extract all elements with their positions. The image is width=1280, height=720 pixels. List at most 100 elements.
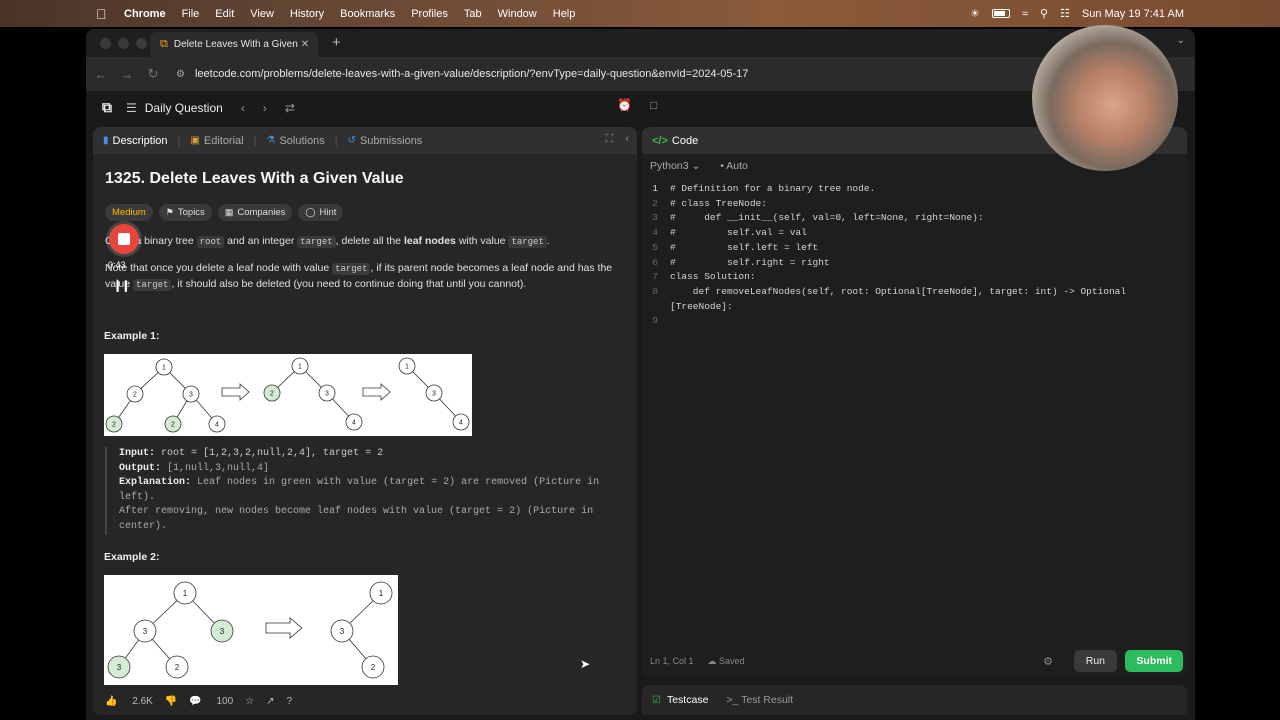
tab-test-result[interactable]: >_ Test Result <box>726 694 793 706</box>
tab-search-chevron-icon[interactable]: ⌄ <box>1177 35 1185 46</box>
site-info-icon[interactable]: ⚙ <box>176 69 185 80</box>
new-tab-icon[interactable]: + <box>332 34 341 51</box>
browser-tab[interactable]: ⧉ Delete Leaves With a Given V ✕ <box>150 32 318 57</box>
comments-button[interactable]: 💬 100 <box>189 696 233 707</box>
stop-recording-button[interactable] <box>109 224 139 254</box>
cursor-position: Ln 1, Col 1 <box>650 656 694 666</box>
leetcode-logo-icon[interactable]: ⧉ <box>102 99 112 116</box>
notes-icon[interactable]: □ <box>650 98 657 112</box>
example-2-tree-diagram: 1 3 3 3 2 1 3 2 <box>107 581 393 679</box>
reload-icon[interactable]: ↻ <box>142 66 164 82</box>
tab-submissions[interactable]: ↺ Submissions <box>348 135 423 147</box>
explanation-label: Explanation: <box>119 477 192 489</box>
tree-node-label: 3 <box>220 627 225 636</box>
mouse-cursor-icon: ➤ <box>580 657 591 671</box>
run-button[interactable]: Run <box>1073 650 1117 672</box>
menu-file[interactable]: File <box>182 8 200 20</box>
tab-solutions[interactable]: ⚗ Solutions | <box>266 135 337 147</box>
description-panel: ▮ Description | ▣ Editorial | ⚗ Solution… <box>93 127 637 715</box>
control-center-icon[interactable]: ☷ <box>1060 7 1070 20</box>
menu-window[interactable]: Window <box>498 8 537 20</box>
code-line: 5 # self.left = left <box>642 241 1126 256</box>
minimize-window-button[interactable] <box>118 37 129 49</box>
testcase-bar: ☑ Testcase >_ Test Result <box>642 685 1187 715</box>
menu-edit[interactable]: Edit <box>215 8 234 20</box>
expand-icon[interactable]: ⛶ <box>606 133 614 146</box>
tree-node-label: 1 <box>298 364 302 371</box>
like-button[interactable]: 👍 2.6K <box>105 696 153 707</box>
prev-question-icon[interactable]: ‹ <box>241 101 245 115</box>
code-line: 3 # def __init__(self, val=0, left=None, … <box>642 211 1126 226</box>
tree-node-label: 2 <box>371 663 376 672</box>
line-text: # self.right = right <box>670 256 830 268</box>
bold-text: leaf nodes <box>403 235 456 247</box>
comment-count: 100 <box>216 695 234 707</box>
url-field[interactable]: ⚙ leetcode.com/problems/delete-leaves-wi… <box>176 68 748 80</box>
back-icon[interactable]: ← <box>90 67 112 82</box>
problem-chips: Medium ⚑ Topics ▦ Companies ◯ Hint <box>105 204 344 221</box>
close-tab-icon[interactable]: ✕ <box>298 39 312 50</box>
clock[interactable]: Sun May 19 7:41 AM <box>1082 8 1184 20</box>
webcam-overlay <box>1032 25 1178 171</box>
example-explanation: Explanation: Leaf nodes in green with va… <box>119 476 625 505</box>
share-icon[interactable]: ↗ <box>266 696 274 707</box>
line-number <box>642 300 670 315</box>
menu-tab[interactable]: Tab <box>464 8 482 20</box>
line-text: # self.val = val <box>670 227 807 239</box>
close-window-button[interactable] <box>100 37 111 49</box>
next-question-icon[interactable]: › <box>263 101 267 115</box>
daily-question-link[interactable]: ☰ Daily Question <box>126 101 223 115</box>
dislike-button[interactable]: 👎 <box>165 696 177 707</box>
example-2-image: 1 3 3 3 2 1 3 2 <box>104 575 398 685</box>
wifi-icon[interactable]: ≈ <box>1022 8 1028 20</box>
code-editor[interactable]: 1 # Definition for a binary tree node. 2 #… <box>642 182 1126 329</box>
tree-node-label: 2 <box>270 391 274 398</box>
favorite-star-icon[interactable]: ☆ <box>245 696 254 707</box>
leetcode-header: ⧉ ☰ Daily Question ‹ › ⇄ ⏰ □ <box>86 91 1195 124</box>
text: , it should also be deleted (you need to… <box>171 278 527 290</box>
battery-icon[interactable] <box>991 9 1010 18</box>
tab-submissions-label: Submissions <box>359 134 423 147</box>
pause-recording-icon[interactable]: ❙❙ <box>113 279 130 292</box>
submissions-icon: ↺ <box>347 135 356 146</box>
tab-description[interactable]: ▮ Description | <box>103 135 180 147</box>
text: with value <box>458 235 506 247</box>
tree-node-label: 2 <box>171 422 175 429</box>
example-1-image: 1 2 3 2 2 4 1 2 3 4 1 3 4 <box>104 354 472 436</box>
checkbox-icon: ☑ <box>652 694 661 706</box>
debug-icon[interactable]: ⚙ <box>1043 655 1053 668</box>
window-controls <box>100 37 147 49</box>
auto-mode-toggle[interactable]: • Auto <box>720 160 748 172</box>
example-1-tree-diagram: 1 2 3 2 2 4 1 2 3 4 1 3 4 <box>105 357 470 433</box>
menu-app-name[interactable]: Chrome <box>124 8 166 20</box>
brightness-icon[interactable]: ☀ <box>970 7 980 20</box>
line-text: # self.left = left <box>670 241 819 253</box>
help-icon[interactable]: ? <box>287 696 293 707</box>
tab-editorial[interactable]: ▣ Editorial | <box>190 135 256 147</box>
menu-help[interactable]: Help <box>553 8 576 20</box>
browser-window: ⧉ Delete Leaves With a Given V ✕ + ⌄ ← →… <box>86 29 1195 720</box>
submit-button[interactable]: Submit <box>1125 650 1183 672</box>
search-icon[interactable]: ⚲ <box>1040 7 1048 20</box>
apple-icon[interactable]:  <box>96 6 112 22</box>
tab-solutions-label: Solutions <box>279 134 325 147</box>
shuffle-icon[interactable]: ⇄ <box>285 101 295 115</box>
language-select[interactable]: Python3 ⌄ <box>650 160 700 172</box>
forward-icon[interactable]: → <box>116 67 138 82</box>
menu-profiles[interactable]: Profiles <box>411 8 448 20</box>
menu-view[interactable]: View <box>250 8 274 20</box>
tab-testcase[interactable]: ☑ Testcase <box>652 694 708 706</box>
menu-bookmarks[interactable]: Bookmarks <box>340 8 395 20</box>
line-text: [TreeNode]: <box>670 300 733 312</box>
menu-history[interactable]: History <box>290 8 324 20</box>
hint-chip[interactable]: ◯ Hint <box>298 204 344 221</box>
timer-icon[interactable]: ⏰ <box>617 98 632 112</box>
output-label: Output: <box>119 462 162 474</box>
example-explanation-2: After removing, new nodes become leaf no… <box>119 506 594 532</box>
line-number: 6 <box>652 256 658 268</box>
companies-chip[interactable]: ▦ Companies <box>217 204 293 221</box>
description-footer: 👍 2.6K 👎 💬 100 ☆ ↗ ? <box>93 687 637 715</box>
maximize-window-button[interactable] <box>136 37 147 49</box>
collapse-icon[interactable]: ‹ <box>625 133 629 146</box>
topics-chip[interactable]: ⚑ Topics <box>158 204 212 221</box>
